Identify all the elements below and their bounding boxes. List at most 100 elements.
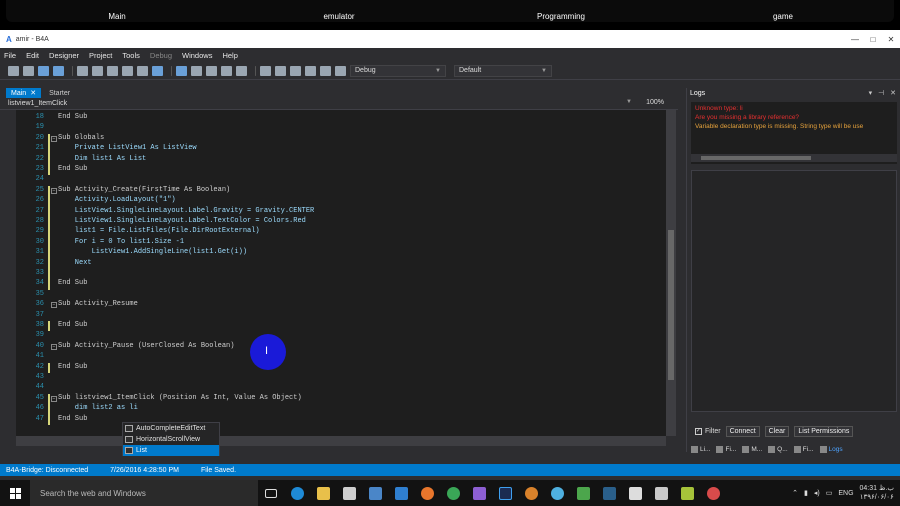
code-line[interactable]: End Sub [58, 279, 87, 287]
step-icon[interactable] [275, 65, 286, 76]
menu-designer[interactable]: Designer [49, 51, 79, 60]
cut-icon[interactable] [92, 65, 103, 76]
close-icon[interactable]: ✕ [890, 90, 896, 97]
panel-tab-libraries[interactable]: Li... [691, 446, 710, 453]
photoshop-icon[interactable] [492, 480, 518, 506]
save-icon[interactable] [38, 65, 49, 76]
step-over-icon[interactable] [290, 65, 301, 76]
code-line[interactable]: ListView1.SingleLineLayout.Label.TextCol… [58, 217, 306, 225]
code-line[interactable]: End Sub [58, 113, 87, 121]
code-line[interactable]: list1 = File.ListFiles(File.DirRootExter… [58, 227, 260, 235]
code-line[interactable]: ListView1.AddSingleLine(list1.Get(i)) [58, 248, 247, 256]
language-indicator[interactable]: ENG [838, 490, 853, 497]
close-button[interactable]: ✕ [882, 35, 900, 44]
code-view[interactable]: 18 End Sub 19 20 Sub Globals −21 Private List… [16, 110, 666, 436]
file-explorer-icon[interactable] [310, 480, 336, 506]
firefox-icon[interactable] [414, 480, 440, 506]
terminal-icon[interactable] [622, 480, 648, 506]
edge-icon[interactable] [284, 480, 310, 506]
media-player-icon[interactable] [362, 480, 388, 506]
books-icon[interactable] [674, 480, 700, 506]
list-permissions-button[interactable]: List Permissions [794, 426, 854, 437]
code-line[interactable]: Private ListView1 As ListView [58, 144, 197, 152]
menu-debug[interactable]: Debug [150, 51, 172, 60]
panel-tab-quick-search[interactable]: Q... [768, 446, 788, 453]
network-icon[interactable]: ▮ [804, 489, 808, 497]
panel-tab-modules[interactable]: M... [742, 446, 762, 453]
maximize-button[interactable]: □ [864, 35, 882, 44]
taskbar-search[interactable]: Search the web and Windows [30, 480, 258, 506]
panel-tab-find[interactable]: Fi... [793, 446, 814, 453]
vertical-scrollbar[interactable] [666, 110, 676, 436]
code-line[interactable]: End Sub [58, 415, 87, 423]
code-line[interactable]: End Sub [58, 321, 87, 329]
photos-icon[interactable] [388, 480, 414, 506]
clock[interactable]: 04:31 ب.ظ ۱۳۹۶/۰۶/۰۶ [860, 484, 894, 502]
indent-icon[interactable] [191, 65, 202, 76]
menu-windows[interactable]: Windows [182, 51, 212, 60]
code-line[interactable]: End Sub [58, 363, 87, 371]
fold-toggle-icon[interactable]: − [51, 395, 57, 402]
code-line[interactable]: For i = 0 To list1.Size -1 [58, 238, 184, 246]
visual-studio-icon[interactable] [466, 480, 492, 506]
new-file-icon[interactable] [8, 65, 19, 76]
top-tab-programming[interactable]: Programming [450, 0, 672, 22]
autocomplete-item[interactable]: HorizontalScrollView [123, 434, 219, 445]
tab-main[interactable]: Main ✕ [6, 88, 42, 98]
menu-file[interactable]: File [4, 51, 16, 60]
code-line[interactable]: Sub Activity_Pause (UserClosed As Boolea… [58, 342, 234, 350]
top-tab-main[interactable]: Main [6, 0, 228, 22]
code-line[interactable]: Sub Activity_Create(FirstTime As Boolean… [58, 186, 230, 194]
redo-icon[interactable] [137, 65, 148, 76]
fold-toggle-icon[interactable]: − [51, 187, 57, 194]
uncomment-icon[interactable] [236, 65, 247, 76]
code-line[interactable]: Sub Globals [58, 134, 104, 142]
menu-edit[interactable]: Edit [26, 51, 39, 60]
chrome-icon[interactable] [440, 480, 466, 506]
breadcrumb[interactable]: listview1_ItemClick ▼ 100% [0, 98, 678, 110]
battery-icon[interactable]: ▭ [826, 489, 833, 497]
code-line[interactable]: Sub Activity_Resume [58, 300, 138, 308]
tab-starter[interactable]: Starter [44, 88, 75, 98]
chevron-down-icon[interactable]: ▾ [869, 90, 873, 97]
copy-icon[interactable] [77, 65, 88, 76]
scroll-thumb[interactable] [668, 230, 674, 380]
minimize-button[interactable]: — [846, 35, 864, 44]
settings-gear-icon[interactable] [518, 480, 544, 506]
code-line[interactable]: Dim list1 As List [58, 155, 146, 163]
panel-tab-logs[interactable]: Logs [819, 446, 843, 453]
filter-checkbox[interactable]: ✓ [695, 428, 702, 435]
code-line[interactable]: Activity.LoadLayout("1") [58, 196, 176, 204]
autocomplete-item-selected[interactable]: List [123, 445, 219, 456]
image-viewer-icon[interactable] [648, 480, 674, 506]
step-out-icon[interactable] [305, 65, 316, 76]
code-line[interactable]: Next [58, 259, 92, 267]
autocomplete-item[interactable]: AutoCompleteEditText [123, 423, 219, 434]
breakpoint-icon[interactable] [335, 65, 346, 76]
b4a-taskbar-icon[interactable] [570, 480, 596, 506]
store-icon[interactable] [336, 480, 362, 506]
menu-help[interactable]: Help [222, 51, 237, 60]
comment-icon[interactable] [221, 65, 232, 76]
close-icon[interactable]: ✕ [30, 89, 36, 97]
connect-button[interactable]: Connect [725, 426, 760, 437]
code-line[interactable]: End Sub [58, 165, 87, 173]
build-target-select[interactable]: Default ▼ [454, 64, 552, 77]
log-horizontal-scrollbar[interactable] [691, 154, 897, 162]
chevron-up-icon[interactable]: ⌃ [792, 489, 798, 497]
clear-button[interactable]: Clear [764, 426, 790, 437]
start-button[interactable] [0, 480, 30, 506]
menu-project[interactable]: Project [89, 51, 112, 60]
device-log-list[interactable] [691, 170, 897, 412]
run-icon[interactable] [260, 65, 271, 76]
build-config-select[interactable]: Debug ▼ [350, 64, 446, 77]
paste-icon[interactable] [107, 65, 118, 76]
code-line[interactable]: dim list2 as li [58, 404, 138, 412]
top-tab-emulator[interactable]: emulator [228, 0, 450, 22]
volume-icon[interactable]: ◂) [814, 489, 820, 497]
code-line[interactable]: Sub listview1_ItemClick (Position As Int… [58, 394, 302, 402]
fold-toggle-icon[interactable]: − [51, 302, 57, 309]
undo-icon[interactable] [122, 65, 133, 76]
code-line[interactable]: ListView1.SingleLineLayout.Label.Gravity… [58, 207, 314, 215]
back-icon[interactable] [152, 65, 163, 76]
